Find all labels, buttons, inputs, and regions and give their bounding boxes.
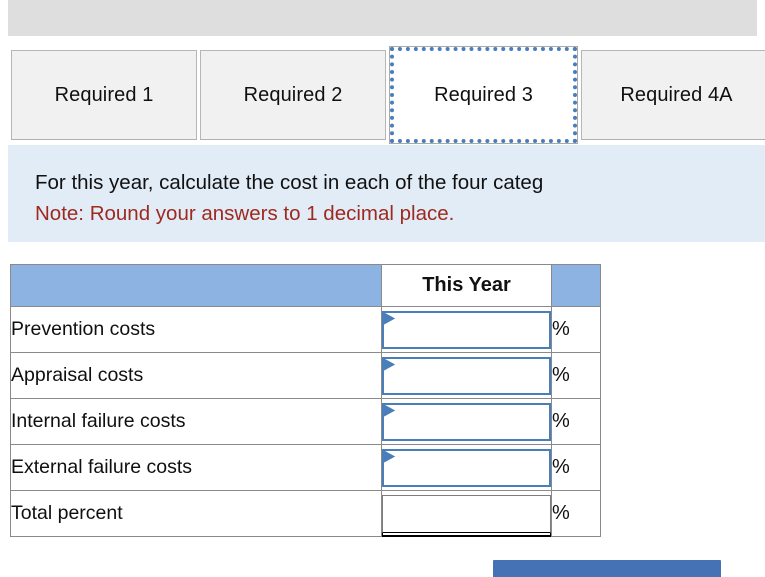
instruction-note: Note: Round your answers to 1 decimal pl… — [35, 202, 455, 225]
cell-marker-icon — [384, 358, 395, 371]
input-internal-failure-costs[interactable] — [382, 402, 551, 441]
table-row: External failure costs % — [10, 444, 601, 491]
table-header-row: This Year — [10, 264, 601, 307]
tab-required-1[interactable]: Required 1 — [11, 50, 197, 140]
table-row: Internal failure costs % — [10, 398, 601, 445]
screen-root: Required 1 Required 2 Required 4A Requir… — [0, 0, 765, 577]
row-unit-percent: % — [551, 490, 601, 537]
column-header-unit — [551, 264, 601, 307]
instruction-text: For this year, calculate the cost in eac… — [35, 171, 544, 194]
answer-table-wrapper: This Year Prevention costs % Appraisal c… — [10, 264, 601, 537]
row-value-cell[interactable] — [381, 352, 552, 399]
cell-marker-icon — [384, 312, 395, 325]
output-total-percent — [382, 494, 551, 533]
row-value-cell[interactable] — [381, 444, 552, 491]
tab-required-4a[interactable]: Required 4A — [581, 50, 765, 140]
table-row: Prevention costs % — [10, 306, 601, 353]
primary-action-button[interactable] — [493, 560, 721, 577]
input-external-failure-costs[interactable] — [382, 448, 551, 487]
row-value-cell[interactable] — [381, 398, 552, 445]
tab-strip: Required 1 Required 2 Required 4A Requir… — [0, 46, 765, 144]
table-row: Appraisal costs % — [10, 352, 601, 399]
tab-label: Required 1 — [54, 83, 154, 106]
row-value-cell[interactable] — [381, 306, 552, 353]
cell-marker-icon — [384, 404, 395, 417]
answer-table: This Year Prevention costs % Appraisal c… — [10, 264, 601, 537]
top-gray-bar — [8, 0, 757, 36]
row-label-prevention-costs: Prevention costs — [10, 306, 382, 353]
row-unit-percent: % — [551, 306, 601, 353]
row-unit-percent: % — [551, 398, 601, 445]
row-unit-percent: % — [551, 444, 601, 491]
row-unit-percent: % — [551, 352, 601, 399]
table-head: This Year — [10, 264, 601, 307]
tab-required-2[interactable]: Required 2 — [200, 50, 386, 140]
table-body: Prevention costs % Appraisal costs % Int… — [10, 306, 601, 537]
column-header-this-year: This Year — [381, 264, 552, 307]
cell-marker-icon — [384, 450, 395, 463]
tab-required-3[interactable]: Required 3 — [389, 46, 578, 144]
input-appraisal-costs[interactable] — [382, 356, 551, 395]
row-label-appraisal-costs: Appraisal costs — [10, 352, 382, 399]
table-row: Total percent % — [10, 490, 601, 537]
tab-label: Required 4A — [620, 83, 733, 106]
column-header-blank — [10, 264, 382, 307]
row-label-external-failure-costs: External failure costs — [10, 444, 382, 491]
row-value-cell — [381, 490, 552, 537]
row-label-total-percent: Total percent — [10, 490, 382, 537]
instruction-panel: For this year, calculate the cost in eac… — [8, 145, 765, 242]
input-prevention-costs[interactable] — [382, 310, 551, 349]
row-label-internal-failure-costs: Internal failure costs — [10, 398, 382, 445]
tab-label: Required 2 — [243, 83, 343, 106]
tab-label: Required 3 — [434, 83, 533, 106]
